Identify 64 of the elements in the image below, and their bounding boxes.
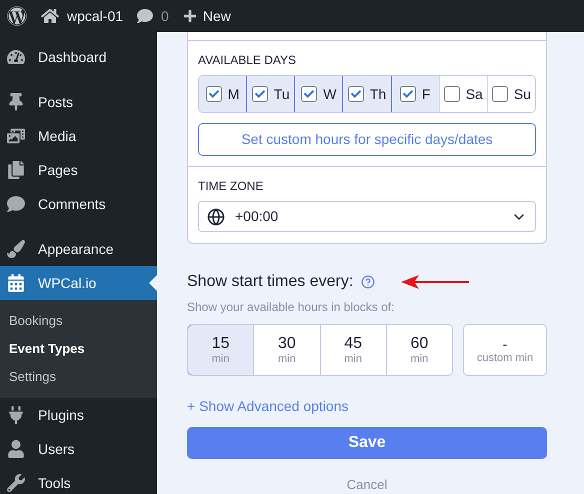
checkmark-icon — [304, 89, 314, 99]
checkbox[interactable] — [252, 86, 268, 102]
active-notch-icon — [149, 275, 157, 291]
checkbox[interactable] — [348, 86, 364, 102]
help-icon[interactable] — [361, 275, 376, 289]
pointer-arrow — [401, 275, 470, 289]
checkbox[interactable] — [444, 86, 460, 102]
comment-count: 0 — [161, 6, 169, 26]
interval-option[interactable]: 15 min — [188, 325, 254, 375]
menu-item[interactable]: Posts — [0, 85, 157, 119]
wrench-icon — [7, 474, 25, 492]
pin-icon — [7, 93, 25, 111]
interval-option[interactable]: 30 min — [253, 325, 320, 375]
checkmark-icon — [350, 89, 361, 99]
custom-interval-option[interactable]: - custom min — [463, 324, 547, 376]
section-title: Show start times every: — [187, 272, 354, 292]
time-zone-select[interactable]: +00:00 — [198, 201, 536, 232]
plus-icon[interactable] — [182, 9, 197, 23]
submenu-item[interactable]: Bookings — [0, 307, 157, 335]
submenu-item[interactable]: Settings — [0, 363, 157, 391]
menu-item[interactable]: Dashboard — [0, 40, 157, 74]
section-label: AVAILABLE DAYS — [198, 52, 298, 69]
menu-item[interactable]: Tools — [0, 466, 157, 494]
menu-item[interactable]: Media — [0, 119, 157, 153]
new-link[interactable]: New — [202, 6, 231, 26]
section-subtitle: Show your available hours in blocks of: — [187, 299, 396, 316]
checkbox[interactable] — [400, 86, 416, 102]
menu-item[interactable]: Comments — [0, 187, 157, 221]
checkbox[interactable] — [301, 86, 318, 102]
day-toggle[interactable]: M — [199, 76, 246, 112]
wordpress-logo-icon[interactable] — [7, 6, 27, 26]
media-icon — [7, 127, 25, 145]
interval-option[interactable]: 60 min — [386, 325, 452, 375]
checkbox[interactable] — [206, 86, 222, 102]
plug-icon — [7, 406, 25, 424]
user-icon — [7, 440, 25, 458]
globe-clock-icon — [207, 208, 225, 226]
menu-item[interactable]: Users — [0, 432, 157, 466]
day-toggle[interactable]: W — [294, 76, 342, 112]
gauge-icon — [7, 48, 25, 66]
submenu-item[interactable]: Event Types — [0, 335, 157, 363]
speech-bubble-icon — [7, 195, 25, 213]
save-button[interactable]: Save — [187, 427, 547, 458]
checkbox[interactable] — [492, 86, 508, 102]
menu-item[interactable]: Pages — [0, 153, 157, 187]
menu-item[interactable]: Appearance — [0, 232, 157, 266]
site-link[interactable]: wpcal-01 — [67, 6, 124, 26]
menu-item[interactable]: Plugins — [0, 398, 157, 432]
menu-item[interactable]: WPCal.io — [0, 266, 157, 300]
section-label: TIME ZONE — [198, 178, 264, 195]
checkmark-icon — [208, 89, 219, 99]
day-toggle[interactable]: Th — [342, 76, 391, 112]
checkmark-icon — [254, 89, 265, 99]
custom-hours-button[interactable]: Set custom hours for specific days/dates — [198, 123, 536, 156]
home-icon[interactable] — [41, 7, 59, 25]
day-toggle[interactable]: Su — [486, 76, 535, 112]
speech-bubble-icon[interactable] — [137, 8, 154, 24]
interval-option[interactable]: 45 min — [320, 325, 386, 375]
checkmark-icon — [402, 89, 413, 99]
calendar-icon — [7, 274, 25, 292]
day-toggle[interactable]: Tu — [246, 76, 294, 112]
day-toggle[interactable]: F — [390, 76, 439, 112]
pages-icon — [7, 161, 25, 179]
paintbrush-icon — [7, 240, 25, 258]
